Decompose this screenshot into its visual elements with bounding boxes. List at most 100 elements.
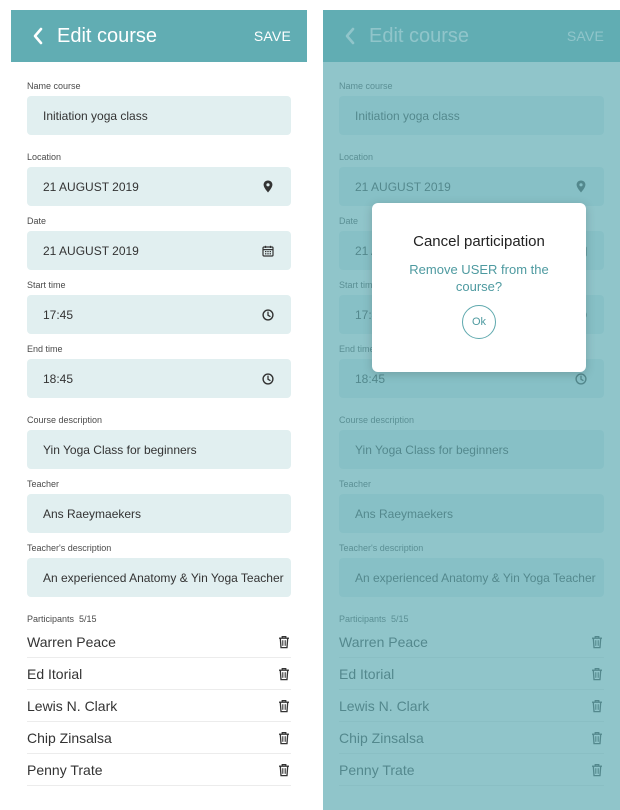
- participant-row: Penny Trate: [27, 754, 291, 786]
- date-field[interactable]: 21 AUGUST 2019: [27, 231, 291, 270]
- participant-name: Lewis N. Clark: [27, 697, 118, 714]
- clock-icon: [261, 372, 275, 386]
- dialog-message: Remove USER from the course?: [409, 262, 549, 294]
- edit-course-screen-with-dialog: Edit course SAVE Name course Initiation …: [323, 10, 620, 810]
- start-time-value: 17:45: [43, 307, 74, 322]
- participants-label: Participants 5/15: [27, 614, 291, 624]
- course-description-field[interactable]: Yin Yoga Class for beginners: [27, 430, 291, 469]
- teacher-description-field[interactable]: An experienced Anatomy & Yin Yoga Teache…: [339, 558, 604, 597]
- teacher-label: Teacher: [27, 479, 60, 489]
- course-description-value: Yin Yoga Class for beginners: [355, 442, 509, 457]
- map-pin-icon: [574, 180, 588, 194]
- start-time-field[interactable]: 17:45: [27, 295, 291, 334]
- location-label: Location: [339, 152, 374, 162]
- participant-row: Lewis N. Clark: [339, 690, 604, 722]
- teacher-description-label: Teacher's description: [339, 543, 424, 553]
- teacher-description-value: An experienced Anatomy & Yin Yoga Teache…: [355, 570, 596, 585]
- course-description-field[interactable]: Yin Yoga Class for beginners: [339, 430, 604, 469]
- save-button[interactable]: SAVE: [254, 28, 291, 44]
- clock-icon: [261, 308, 275, 322]
- dialog-title: Cancel participation: [413, 233, 545, 250]
- trash-icon[interactable]: [277, 763, 291, 777]
- name-course-value: Initiation yoga class: [355, 108, 460, 123]
- trash-icon[interactable]: [277, 731, 291, 745]
- chevron-left-icon: [33, 27, 43, 45]
- participants-count: 5/15: [391, 614, 409, 624]
- location-field[interactable]: 21 AUGUST 2019: [339, 167, 604, 206]
- trash-icon[interactable]: [590, 763, 604, 777]
- participant-name: Ed Itorial: [339, 665, 395, 682]
- end-time-label: End time: [27, 344, 63, 354]
- location-value: 21 AUGUST 2019: [43, 179, 139, 194]
- course-form: Name course Initiation yoga class Locati…: [11, 81, 307, 786]
- date-label: Date: [27, 216, 47, 226]
- participants-label: Participants 5/15: [339, 614, 604, 624]
- participant-row: Ed Itorial: [339, 658, 604, 690]
- calendar-icon: [261, 244, 275, 258]
- map-pin-icon: [261, 180, 275, 194]
- participant-row: Warren Peace: [339, 626, 604, 658]
- course-description-label: Course description: [27, 415, 103, 425]
- participants-count: 5/15: [79, 614, 97, 624]
- participants-title: Participants: [27, 614, 75, 624]
- teacher-description-label: Teacher's description: [27, 543, 112, 553]
- end-time-value: 18:45: [43, 371, 74, 386]
- clock-icon: [574, 372, 588, 386]
- participant-row: Chip Zinsalsa: [339, 722, 604, 754]
- location-label: Location: [27, 152, 62, 162]
- trash-icon[interactable]: [590, 699, 604, 713]
- participants-list: Warren Peace Ed Itorial Lewis N. Clark C…: [339, 626, 604, 786]
- name-course-label: Name course: [339, 81, 393, 91]
- participant-row: Warren Peace: [27, 626, 291, 658]
- location-value: 21 AUGUST 2019: [355, 179, 451, 194]
- page-title: Edit course: [57, 24, 158, 47]
- teacher-description-field[interactable]: An experienced Anatomy & Yin Yoga Teache…: [27, 558, 291, 597]
- participant-name: Chip Zinsalsa: [339, 729, 424, 746]
- participant-name: Penny Trate: [339, 761, 415, 778]
- participant-name: Chip Zinsalsa: [27, 729, 112, 746]
- teacher-description-value: An experienced Anatomy & Yin Yoga Teache…: [43, 570, 284, 585]
- participant-name: Lewis N. Clark: [339, 697, 430, 714]
- cancel-participation-dialog: Cancel participation Remove USER from the…: [372, 203, 586, 372]
- participant-name: Warren Peace: [27, 633, 116, 650]
- teacher-field[interactable]: Ans Raeymaekers: [339, 494, 604, 533]
- course-form: Name course Initiation yoga class Locati…: [323, 81, 620, 786]
- chevron-left-icon: [345, 27, 355, 45]
- teacher-value: Ans Raeymaekers: [355, 506, 454, 521]
- participant-name: Warren Peace: [339, 633, 428, 650]
- trash-icon[interactable]: [590, 635, 604, 649]
- participants-list: Warren Peace Ed Itorial Lewis N. Clark C…: [27, 626, 291, 786]
- ok-button[interactable]: Ok: [462, 305, 496, 339]
- teacher-field[interactable]: Ans Raeymaekers: [27, 494, 291, 533]
- name-course-field[interactable]: Initiation yoga class: [339, 96, 604, 135]
- teacher-value: Ans Raeymaekers: [43, 506, 142, 521]
- participant-row: Lewis N. Clark: [27, 690, 291, 722]
- location-field[interactable]: 21 AUGUST 2019: [27, 167, 291, 206]
- course-description-value: Yin Yoga Class for beginners: [43, 442, 197, 457]
- participants-title: Participants: [339, 614, 387, 624]
- name-course-field[interactable]: Initiation yoga class: [27, 96, 291, 135]
- name-course-value: Initiation yoga class: [43, 108, 148, 123]
- start-time-label: Start time: [27, 280, 66, 290]
- trash-icon[interactable]: [277, 635, 291, 649]
- participant-name: Ed Itorial: [27, 665, 83, 682]
- participant-row: Chip Zinsalsa: [27, 722, 291, 754]
- edit-course-screen: Edit course SAVE Name course Initiation …: [11, 10, 307, 810]
- name-course-label: Name course: [27, 81, 81, 91]
- app-header: Edit course SAVE: [323, 10, 620, 62]
- back-button[interactable]: [27, 25, 49, 47]
- trash-icon[interactable]: [277, 699, 291, 713]
- page-title: Edit course: [369, 24, 470, 47]
- save-button[interactable]: SAVE: [567, 28, 604, 44]
- app-header: Edit course SAVE: [11, 10, 307, 62]
- trash-icon[interactable]: [590, 667, 604, 681]
- end-time-field[interactable]: 18:45: [27, 359, 291, 398]
- participant-row: Penny Trate: [339, 754, 604, 786]
- teacher-label: Teacher: [339, 479, 372, 489]
- trash-icon[interactable]: [277, 667, 291, 681]
- back-button[interactable]: [339, 25, 361, 47]
- participant-row: Ed Itorial: [27, 658, 291, 690]
- date-value: 21 AUGUST 2019: [43, 243, 139, 258]
- end-time-value: 18:45: [355, 371, 386, 386]
- trash-icon[interactable]: [590, 731, 604, 745]
